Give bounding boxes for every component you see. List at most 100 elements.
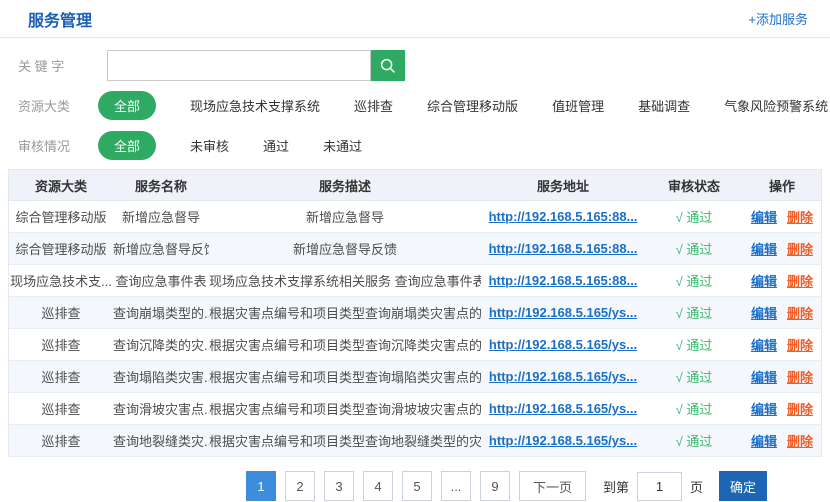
- delete-link[interactable]: 删除: [787, 431, 813, 450]
- keyword-label: 关 键 字: [18, 56, 80, 75]
- cell-url: http://192.168.5.165/ys...: [481, 369, 645, 384]
- cell-category: 综合管理移动版: [9, 239, 113, 258]
- add-service-button[interactable]: +添加服务: [748, 9, 808, 28]
- cell-url: http://192.168.5.165:88...: [481, 273, 645, 288]
- edit-link[interactable]: 编辑: [751, 367, 777, 386]
- cell-operations: 编辑删除: [743, 271, 821, 290]
- goto-page-input[interactable]: [637, 472, 682, 501]
- filter-section: 资源大类全部 现场应急技术支撑系统 巡排查 综合管理移动版 值班管理 基础调查 气象风险预警…: [0, 92, 830, 159]
- cell-category: 现场应急技术支...: [9, 271, 113, 290]
- status-badge: √ 通过: [645, 431, 743, 450]
- filter-option[interactable]: 值班管理: [552, 96, 604, 115]
- service-url-link[interactable]: http://192.168.5.165/ys...: [489, 369, 637, 384]
- table-row: 综合管理移动版新增应急督导反馈新增应急督导反馈http://192.168.5.…: [9, 233, 821, 265]
- edit-link[interactable]: 编辑: [751, 399, 777, 418]
- keyword-input[interactable]: [107, 50, 371, 81]
- status-badge: √ 通过: [645, 207, 743, 226]
- cell-description: 根据灾害点编号和项目类型查询滑坡坡灾害点的详...: [209, 399, 481, 418]
- table-row: 综合管理移动版新增应急督导新增应急督导http://192.168.5.165:…: [9, 201, 821, 233]
- delete-link[interactable]: 删除: [787, 367, 813, 386]
- confirm-button[interactable]: 确定: [719, 471, 767, 501]
- cell-name: 新增应急督导: [113, 207, 209, 226]
- filter-option[interactable]: 全部: [98, 91, 156, 120]
- goto-suffix-label: 页: [690, 477, 703, 496]
- table-row: 巡排查查询崩塌类型的...根据灾害点编号和项目类型查询崩塌类灾害点的详...ht…: [9, 297, 821, 329]
- column-header: 服务名称: [113, 176, 209, 195]
- cell-operations: 编辑删除: [743, 367, 821, 386]
- service-url-link[interactable]: http://192.168.5.165/ys...: [489, 401, 637, 416]
- status-badge: √ 通过: [645, 399, 743, 418]
- page-title: 服务管理: [28, 7, 92, 31]
- edit-link[interactable]: 编辑: [751, 335, 777, 354]
- cell-category: 巡排查: [9, 335, 113, 354]
- delete-link[interactable]: 删除: [787, 399, 813, 418]
- delete-link[interactable]: 删除: [787, 271, 813, 290]
- page-button[interactable]: 5: [402, 471, 432, 501]
- delete-link[interactable]: 删除: [787, 335, 813, 354]
- cell-category: 巡排查: [9, 367, 113, 386]
- service-url-link[interactable]: http://192.168.5.165/ys...: [489, 433, 637, 448]
- edit-link[interactable]: 编辑: [751, 303, 777, 322]
- table-row: 巡排查查询塌陷类灾害...根据灾害点编号和项目类型查询塌陷类灾害点的详... ht…: [9, 361, 821, 393]
- table-row: 现场应急技术支...查询应急事件表现场应急技术支撑系统相关服务 查询应急事件表h…: [9, 265, 821, 297]
- cell-category: 综合管理移动版: [9, 207, 113, 226]
- edit-link[interactable]: 编辑: [751, 207, 777, 226]
- service-url-link[interactable]: http://192.168.5.165:88...: [489, 241, 638, 256]
- service-url-link[interactable]: http://192.168.5.165:88...: [489, 273, 638, 288]
- cell-operations: 编辑删除: [743, 239, 821, 258]
- delete-link[interactable]: 删除: [787, 303, 813, 322]
- cell-url: http://192.168.5.165:88...: [481, 209, 645, 224]
- search-button[interactable]: [371, 50, 405, 81]
- service-url-link[interactable]: http://192.168.5.165/ys...: [489, 305, 637, 320]
- filter-options: 全部 现场应急技术支撑系统 巡排查 综合管理移动版 值班管理 基础调查 气象风险预警系统: [98, 91, 828, 120]
- status-badge: √ 通过: [645, 239, 743, 258]
- filter-option[interactable]: 气象风险预警系统: [724, 96, 828, 115]
- column-header: 操作: [743, 176, 821, 195]
- page-button[interactable]: 9: [480, 471, 510, 501]
- filter-label: 资源大类: [18, 96, 80, 115]
- cell-description: 现场应急技术支撑系统相关服务 查询应急事件表: [209, 271, 481, 290]
- cell-url: http://192.168.5.165/ys...: [481, 305, 645, 320]
- cell-name: 查询塌陷类灾害...: [113, 367, 209, 386]
- goto-prefix-label: 到第: [603, 477, 629, 496]
- pagination-bar: 12345... 9 下一页到第 页确定: [246, 471, 830, 501]
- cell-url: http://192.168.5.165:88...: [481, 241, 645, 256]
- filter-option[interactable]: 巡排查: [354, 96, 393, 115]
- cell-description: 根据灾害点编号和项目类型查询崩塌类灾害点的详...: [209, 303, 481, 322]
- page-button[interactable]: 3: [324, 471, 354, 501]
- service-url-link[interactable]: http://192.168.5.165/ys...: [489, 337, 637, 352]
- cell-description: 根据灾害点编号和项目类型查询地裂缝类型的灾害...: [209, 431, 481, 450]
- page-button[interactable]: 2: [285, 471, 315, 501]
- filter-option[interactable]: 通过: [263, 136, 289, 155]
- delete-link[interactable]: 删除: [787, 207, 813, 226]
- cell-name: 查询沉降类的灾...: [113, 335, 209, 354]
- cell-category: 巡排查: [9, 303, 113, 322]
- next-page-button[interactable]: 下一页: [519, 471, 586, 501]
- delete-link[interactable]: 删除: [787, 239, 813, 258]
- edit-link[interactable]: 编辑: [751, 431, 777, 450]
- cell-operations: 编辑删除: [743, 399, 821, 418]
- cell-category: 巡排查: [9, 399, 113, 418]
- edit-link[interactable]: 编辑: [751, 271, 777, 290]
- filter-option[interactable]: 未审核: [190, 136, 229, 155]
- page-ellipsis: ...: [441, 471, 471, 501]
- filter-option[interactable]: 基础调查: [638, 96, 690, 115]
- keyword-search-row: 关 键 字: [18, 50, 830, 81]
- filter-option[interactable]: 全部: [98, 131, 156, 160]
- filter-option[interactable]: 未通过: [323, 136, 362, 155]
- filter-option[interactable]: 现场应急技术支撑系统: [190, 96, 320, 115]
- cell-description: 根据灾害点编号和项目类型查询塌陷类灾害点的详...: [209, 367, 481, 386]
- edit-link[interactable]: 编辑: [751, 239, 777, 258]
- column-header: 服务地址: [481, 176, 645, 195]
- cell-description: 根据灾害点编号和项目类型查询沉降类灾害点的详...: [209, 335, 481, 354]
- cell-url: http://192.168.5.165/ys...: [481, 337, 645, 352]
- table-row: 巡排查查询地裂缝类灾...根据灾害点编号和项目类型查询地裂缝类型的灾害...ht…: [9, 425, 821, 457]
- page-button[interactable]: 1: [246, 471, 276, 501]
- page-button[interactable]: 4: [363, 471, 393, 501]
- filter-option[interactable]: 综合管理移动版: [427, 96, 518, 115]
- service-url-link[interactable]: http://192.168.5.165:88...: [489, 209, 638, 224]
- search-icon: [379, 57, 397, 75]
- status-badge: √ 通过: [645, 271, 743, 290]
- cell-operations: 编辑删除: [743, 335, 821, 354]
- cell-operations: 编辑删除: [743, 431, 821, 450]
